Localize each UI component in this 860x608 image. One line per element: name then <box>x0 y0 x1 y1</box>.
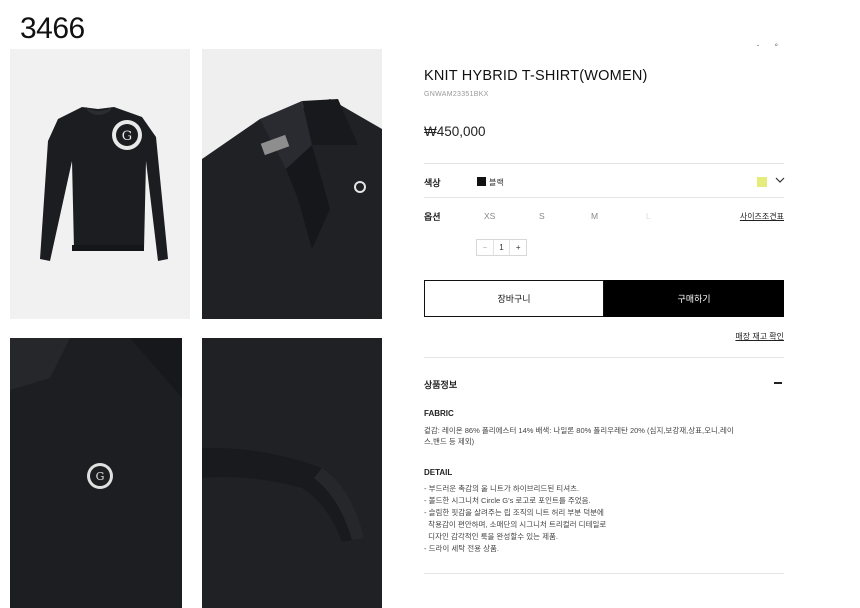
product-image-collar[interactable] <box>202 49 382 319</box>
fabric-heading: FABRIC <box>424 409 454 418</box>
color-swatch-alt[interactable] <box>757 177 767 187</box>
page-number: 3466 <box>20 12 85 45</box>
detail-line: 디자인 감각적인 룩을 완성할수 있는 제품. <box>424 532 558 541</box>
product-image-sleeve[interactable] <box>202 338 382 608</box>
detail-line: - 부드러운 촉감의 울 니트가 하이브리드된 티셔츠. <box>424 484 580 493</box>
collapse-icon[interactable] <box>774 382 782 384</box>
product-info-title: 상품정보 <box>424 380 458 390</box>
size-guide-link[interactable]: 사이즈조견표 <box>740 211 784 222</box>
color-swatch-black[interactable] <box>477 177 486 186</box>
product-image-sleeve-art <box>202 338 382 608</box>
product-image-logo-art: G <box>10 338 182 608</box>
size-xs-option[interactable]: XS <box>484 211 495 221</box>
svg-text:G: G <box>96 470 105 483</box>
quantity-value[interactable]: 1 <box>494 240 510 255</box>
product-title: KNIT HYBRID T-SHIRT(WOMEN) <box>424 68 648 84</box>
buy-now-button[interactable]: 구매하기 <box>604 280 784 317</box>
product-price: ₩450,000 <box>424 124 486 139</box>
divider <box>424 163 784 164</box>
divider <box>424 573 784 574</box>
product-image-logo[interactable]: G <box>10 338 182 608</box>
fabric-line: 스,밴드 등 제외) <box>424 437 475 446</box>
color-name: 블랙 <box>489 178 504 187</box>
quantity-increase-button[interactable]: + <box>509 240 526 255</box>
divider <box>424 197 784 198</box>
product-code: GNWAM23351BKX <box>424 91 489 98</box>
product-image-front[interactable]: G <box>10 49 190 319</box>
detail-line: - 슬림한 핏감을 살려주는 립 조직의 니트 허리 부분 덕분에 <box>424 508 604 517</box>
size-l-option[interactable]: L <box>646 211 651 221</box>
size-s-option[interactable]: S <box>539 211 545 221</box>
add-to-cart-button[interactable]: 장바구니 <box>424 280 604 317</box>
detail-line: - 드라이 세탁 전용 상품. <box>424 544 500 553</box>
product-image-front-art: G <box>10 49 190 319</box>
detail-heading: DETAIL <box>424 468 453 477</box>
color-label: 색상 <box>424 178 441 188</box>
quantity-stepper: − 1 + <box>476 239 527 256</box>
quantity-decrease-button[interactable]: − <box>477 240 494 255</box>
svg-text:G: G <box>122 129 132 144</box>
detail-line: - 볼드한 시그니처 Circle G's 로고로 포인트를 주었음. <box>424 496 591 505</box>
divider <box>424 357 784 358</box>
fabric-line: 겉감: 레이온 86% 폴리에스터 14% 배색: 나일론 80% 폴리우레탄 … <box>424 426 734 435</box>
chevron-down-icon[interactable] <box>774 174 786 186</box>
option-label: 옵션 <box>424 212 441 222</box>
store-stock-link[interactable]: 매장 재고 확인 <box>735 331 784 342</box>
header-utility-icons[interactable]: · ◦ <box>756 40 784 51</box>
detail-line: 착용감이 편안하며, 소매단의 시그니처 트리컬러 디테일로 <box>424 520 607 529</box>
product-image-collar-art <box>202 49 382 319</box>
size-m-option[interactable]: M <box>591 211 598 221</box>
